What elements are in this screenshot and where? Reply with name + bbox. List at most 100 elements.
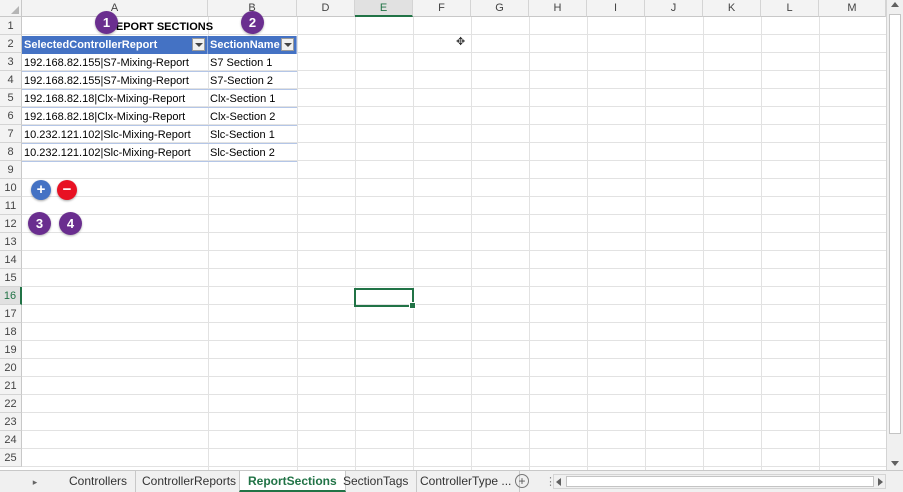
row-header-8[interactable]: 8 bbox=[0, 143, 22, 161]
gridline bbox=[529, 17, 530, 470]
active-cell-e16[interactable] bbox=[354, 288, 416, 309]
row-header-18[interactable]: 18 bbox=[0, 323, 22, 341]
table-cell[interactable]: S7 Section 1 bbox=[208, 54, 297, 72]
gridline bbox=[22, 250, 886, 251]
worksheet-grid[interactable]: A B D E F G H I J K L M 1 2 3 4 5 6 7 8 9 10 11 12 1… bbox=[0, 0, 886, 470]
row-header-6[interactable]: 6 bbox=[0, 107, 22, 125]
column-header-k[interactable]: K bbox=[703, 0, 761, 17]
row-header-22[interactable]: 22 bbox=[0, 395, 22, 413]
table-cell[interactable]: 192.168.82.155|S7-Mixing-Report bbox=[22, 54, 208, 72]
column-header-i[interactable]: I bbox=[587, 0, 645, 17]
row-header-13[interactable]: 13 bbox=[0, 233, 22, 251]
row-header-4[interactable]: 4 bbox=[0, 71, 22, 89]
table-cell[interactable]: 192.168.82.155|S7-Mixing-Report bbox=[22, 72, 208, 90]
table-cell[interactable]: 192.168.82.18|Clx-Mixing-Report bbox=[22, 108, 208, 126]
table-cell[interactable]: 10.232.121.102|Slc-Mixing-Report bbox=[22, 144, 208, 162]
row-header-24[interactable]: 24 bbox=[0, 431, 22, 449]
row-header-17[interactable]: 17 bbox=[0, 305, 22, 323]
gridline bbox=[22, 466, 886, 467]
gridline bbox=[22, 412, 886, 413]
tab-nav-right-icon[interactable]: ▸ bbox=[29, 476, 41, 488]
gridline bbox=[355, 17, 356, 470]
gridline bbox=[297, 17, 298, 470]
row-header-19[interactable]: 19 bbox=[0, 341, 22, 359]
table-cell[interactable]: Clx-Section 2 bbox=[208, 108, 297, 126]
callout-badge-4: 4 bbox=[59, 212, 82, 235]
table-cell[interactable]: 192.168.82.18|Clx-Mixing-Report bbox=[22, 90, 208, 108]
scroll-right-icon[interactable] bbox=[878, 478, 883, 486]
row-header-14[interactable]: 14 bbox=[0, 251, 22, 269]
row-header-7[interactable]: 7 bbox=[0, 125, 22, 143]
row-header-15[interactable]: 15 bbox=[0, 269, 22, 287]
row-header-11[interactable]: 11 bbox=[0, 197, 22, 215]
table-cell[interactable]: 10.232.121.102|Slc-Mixing-Report bbox=[22, 126, 208, 144]
add-row-button[interactable]: + bbox=[31, 180, 51, 200]
callout-badge-3: 3 bbox=[28, 212, 51, 235]
column-header-l[interactable]: L bbox=[761, 0, 819, 17]
row-header-10[interactable]: 10 bbox=[0, 179, 22, 197]
gridline bbox=[22, 286, 886, 287]
gridline bbox=[819, 17, 820, 470]
row-header-1[interactable]: 1 bbox=[0, 17, 22, 35]
column-header-j[interactable]: J bbox=[645, 0, 703, 17]
column-header-h[interactable]: H bbox=[529, 0, 587, 17]
row-header-25[interactable]: 25 bbox=[0, 449, 22, 467]
filter-dropdown-icon[interactable] bbox=[192, 38, 205, 51]
column-header-g[interactable]: G bbox=[471, 0, 529, 17]
horizontal-scrollbar[interactable] bbox=[553, 474, 886, 489]
table-cell[interactable]: Slc-Section 2 bbox=[208, 144, 297, 162]
gridline bbox=[22, 448, 886, 449]
move-cursor-icon: ✥ bbox=[456, 36, 466, 48]
gridline bbox=[22, 196, 886, 197]
filter-dropdown-icon[interactable] bbox=[281, 38, 294, 51]
gridline bbox=[22, 178, 886, 179]
table-header-label: SectionName bbox=[210, 39, 280, 51]
row-header-5[interactable]: 5 bbox=[0, 89, 22, 107]
table-cell[interactable]: Slc-Section 1 bbox=[208, 126, 297, 144]
gridline bbox=[703, 17, 704, 470]
row-header-9[interactable]: 9 bbox=[0, 161, 22, 179]
gridline bbox=[22, 340, 886, 341]
scroll-down-icon[interactable] bbox=[891, 461, 899, 466]
row-header-3[interactable]: 3 bbox=[0, 53, 22, 71]
table-header-selected-controller-report[interactable]: SelectedControllerReport bbox=[22, 36, 208, 54]
column-header-f[interactable]: F bbox=[413, 0, 471, 17]
vertical-scrollbar[interactable] bbox=[886, 0, 903, 470]
gridline bbox=[413, 17, 414, 470]
scroll-up-icon[interactable] bbox=[891, 2, 899, 7]
tab-section-tags[interactable]: SectionTags bbox=[335, 471, 418, 492]
gridline bbox=[761, 17, 762, 470]
row-header-2[interactable]: 2 bbox=[0, 35, 22, 53]
gridline bbox=[22, 394, 886, 395]
sheet-tab-bar: ▸ Controllers ControllerReports ReportSe… bbox=[0, 470, 903, 492]
row-header-20[interactable]: 20 bbox=[0, 359, 22, 377]
scroll-left-icon[interactable] bbox=[556, 478, 561, 486]
gridline bbox=[645, 17, 646, 470]
column-header-d[interactable]: D bbox=[297, 0, 355, 17]
tab-controllers[interactable]: Controllers bbox=[61, 471, 137, 492]
row-header-23[interactable]: 23 bbox=[0, 413, 22, 431]
gridline bbox=[22, 376, 886, 377]
tab-controller-reports[interactable]: ControllerReports bbox=[134, 471, 246, 492]
tab-controller-type[interactable]: ControllerType ... bbox=[412, 471, 521, 492]
horizontal-scroll-thumb[interactable] bbox=[566, 476, 874, 487]
vertical-scroll-thumb[interactable] bbox=[889, 14, 901, 434]
callout-badge-2: 2 bbox=[241, 11, 264, 34]
row-header-12[interactable]: 12 bbox=[0, 215, 22, 233]
remove-row-button[interactable]: − bbox=[57, 180, 77, 200]
row-header-21[interactable]: 21 bbox=[0, 377, 22, 395]
table-header-section-name[interactable]: SectionName bbox=[208, 36, 297, 54]
row-header-16[interactable]: 16 bbox=[0, 287, 22, 305]
table-cell[interactable]: S7-Section 2 bbox=[208, 72, 297, 90]
table-header-label: SelectedControllerReport bbox=[24, 39, 158, 51]
gridline bbox=[22, 268, 886, 269]
gridline bbox=[471, 17, 472, 470]
column-header-e[interactable]: E bbox=[355, 0, 413, 17]
select-all-corner[interactable] bbox=[0, 0, 22, 17]
tab-report-sections[interactable]: ReportSections bbox=[239, 471, 346, 492]
table-cell[interactable]: Clx-Section 1 bbox=[208, 90, 297, 108]
add-sheet-icon[interactable]: + bbox=[515, 474, 529, 488]
gridline bbox=[587, 17, 588, 470]
gridline bbox=[22, 430, 886, 431]
column-header-m[interactable]: M bbox=[819, 0, 886, 17]
